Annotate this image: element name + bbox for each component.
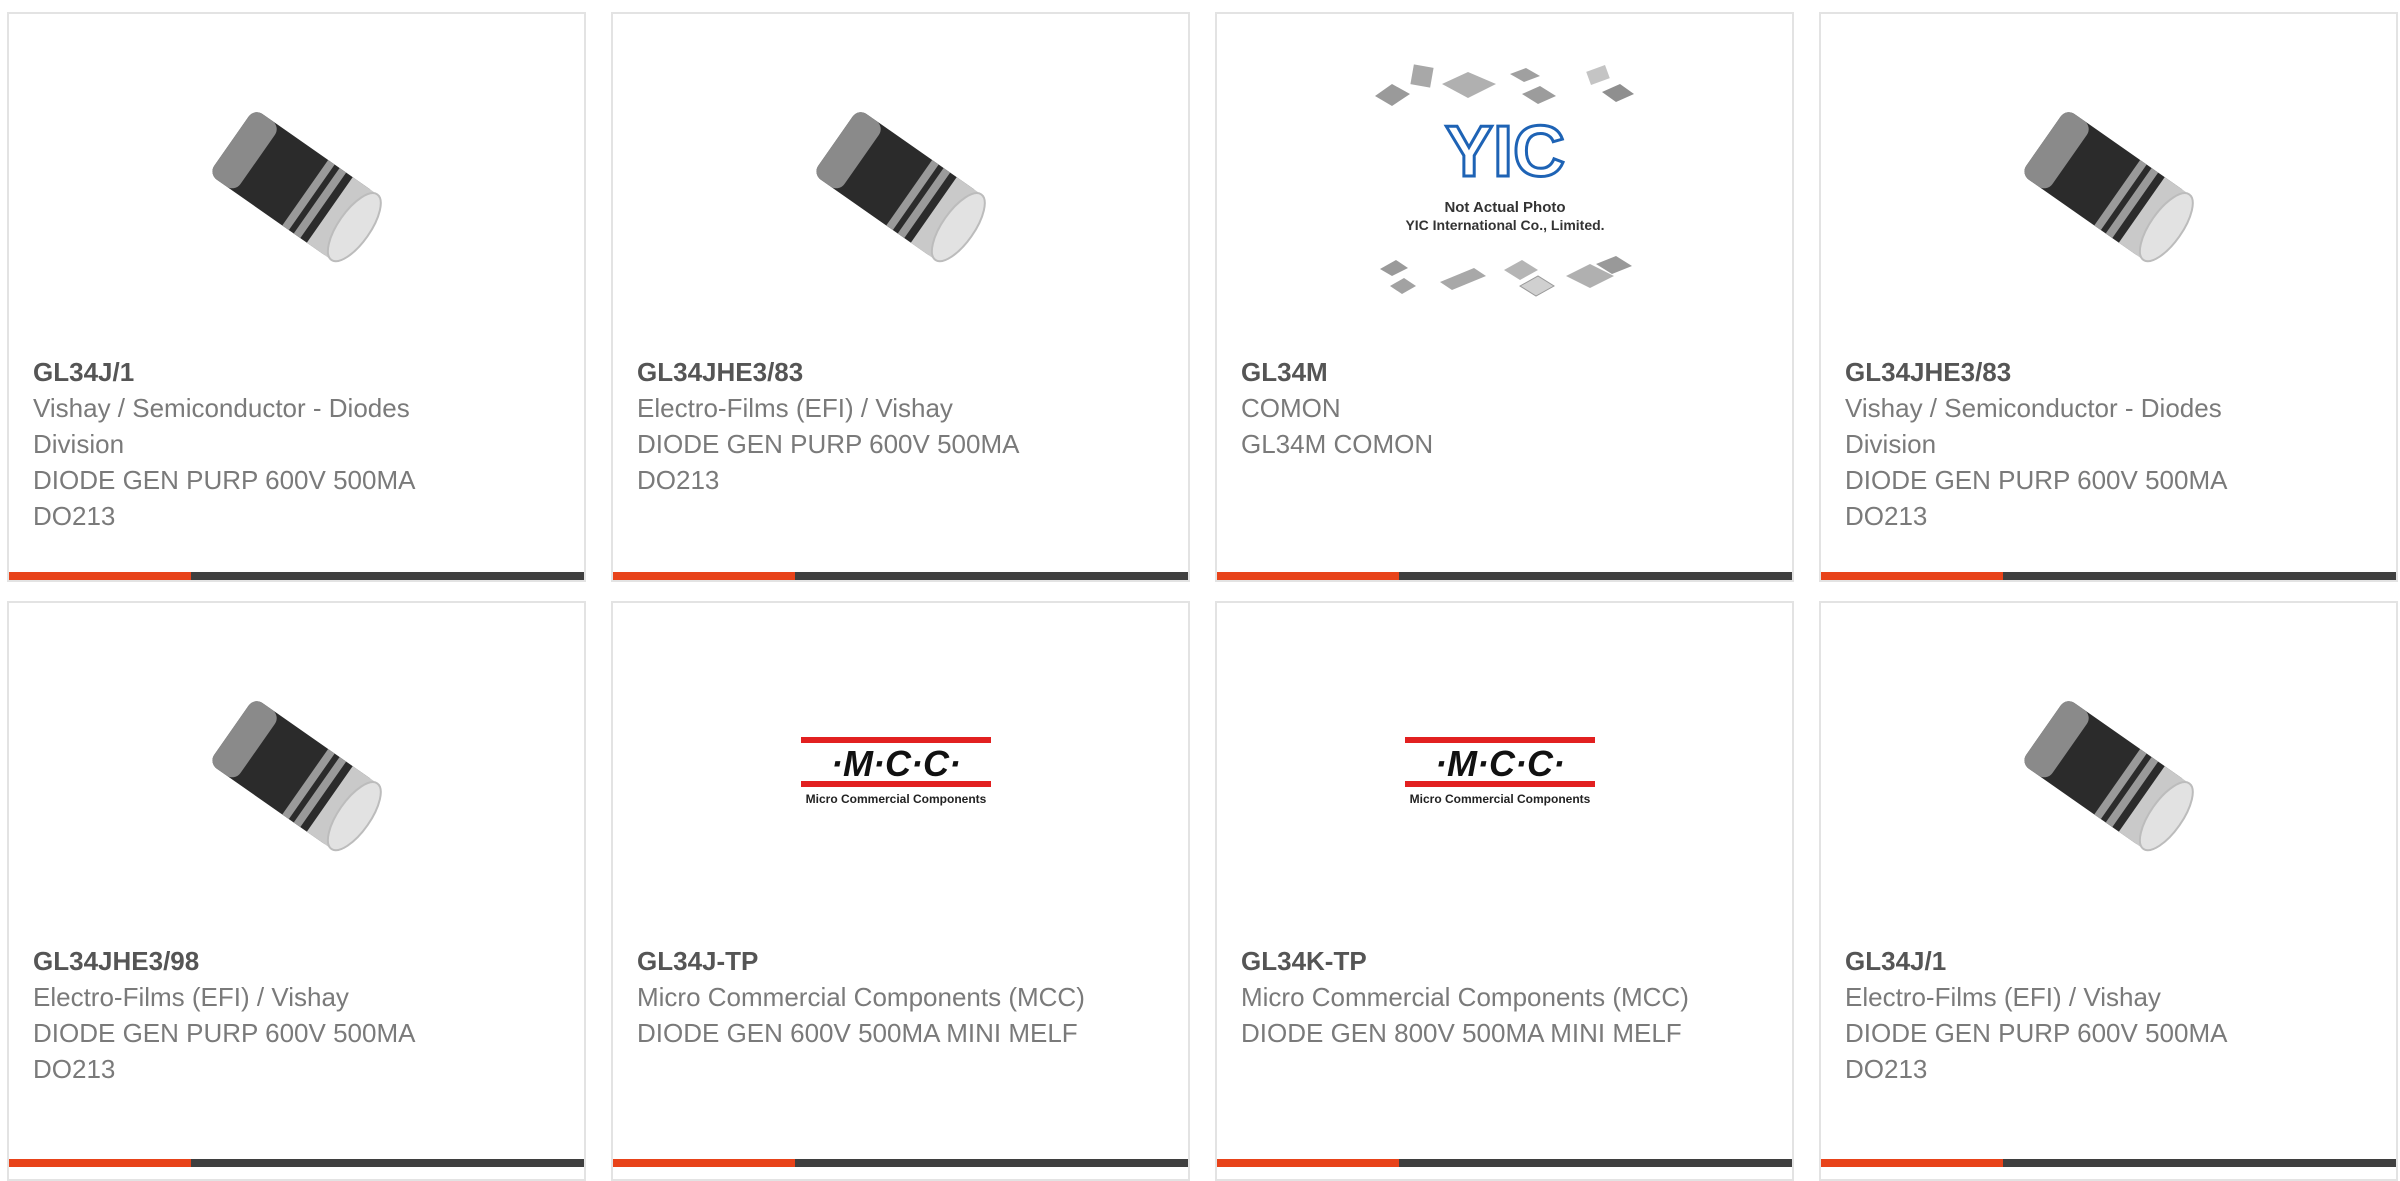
product-card[interactable]: GL34JHE3/83 Electro-Films (EFI) / Vishay… <box>611 12 1190 582</box>
manufacturer: Electro-Films (EFI) / Vishay <box>33 982 349 1012</box>
product-card[interactable]: GL34JHE3/83 Vishay / Semiconductor - Dio… <box>1819 12 2398 582</box>
card-footer-bar <box>613 572 1188 580</box>
product-image[interactable] <box>1821 643 2396 908</box>
part-number[interactable]: GL34J/1 <box>33 354 564 390</box>
diode-melf-image <box>1999 676 2219 876</box>
product-image[interactable]: ·M·C·C· Micro Commercial Components <box>613 643 1188 908</box>
product-image[interactable] <box>9 643 584 908</box>
part-number[interactable]: GL34JHE3/83 <box>1845 354 2376 390</box>
description: DIODE GEN 600V 500MA MINI MELF <box>637 1018 1078 1048</box>
product-image[interactable] <box>613 54 1188 319</box>
card-accent <box>1821 572 2003 580</box>
part-number[interactable]: GL34JHE3/83 <box>637 354 1168 390</box>
manufacturer: Electro-Films (EFI) / Vishay <box>637 393 953 423</box>
card-accent <box>1217 572 1399 580</box>
product-card[interactable]: YIC Not Actual Photo YIC International C… <box>1215 12 1794 582</box>
product-image[interactable]: YIC Not Actual Photo YIC International C… <box>1217 54 1792 319</box>
diode-melf-image <box>791 87 1011 287</box>
description: DIODE GEN PURP 600V 500MA DO213 <box>1845 1018 2227 1084</box>
mcc-logo-text: ·M·C·C· <box>1435 743 1565 784</box>
part-number[interactable]: GL34J/1 <box>1845 943 2376 979</box>
manufacturer: COMON <box>1241 393 1341 423</box>
mcc-logo-subtext: Micro Commercial Components <box>1409 792 1590 806</box>
description: DIODE GEN 800V 500MA MINI MELF <box>1241 1018 1682 1048</box>
card-accent <box>9 1159 191 1167</box>
mcc-logo-image: ·M·C·C· Micro Commercial Components <box>1400 731 1610 821</box>
manufacturer: Vishay / Semiconductor - Diodes Division <box>33 393 410 459</box>
card-accent <box>613 572 795 580</box>
mcc-logo-subtext: Micro Commercial Components <box>805 792 986 806</box>
manufacturer: Electro-Films (EFI) / Vishay <box>1845 982 2161 1012</box>
description: GL34M COMON <box>1241 429 1434 459</box>
card-footer-bar <box>613 1159 1188 1167</box>
part-number[interactable]: GL34JHE3/98 <box>33 943 564 979</box>
product-card[interactable]: GL34JHE3/98 Electro-Films (EFI) / Vishay… <box>7 601 586 1181</box>
product-card[interactable]: ·M·C·C· Micro Commercial Components GL34… <box>611 601 1190 1181</box>
card-accent <box>1821 1159 2003 1167</box>
card-accent <box>1217 1159 1399 1167</box>
mcc-logo-text: ·M·C·C· <box>831 743 961 784</box>
yic-logo-text: YIC <box>1444 112 1564 192</box>
description: DIODE GEN PURP 600V 500MA DO213 <box>33 1018 415 1084</box>
card-accent <box>9 572 191 580</box>
product-card[interactable]: GL34J/1 Vishay / Semiconductor - Diodes … <box>7 12 586 582</box>
card-footer-bar <box>9 572 584 580</box>
diode-melf-image <box>187 676 407 876</box>
diode-melf-image <box>1999 87 2219 287</box>
product-image[interactable] <box>9 54 584 319</box>
part-number[interactable]: GL34J-TP <box>637 943 1168 979</box>
product-image[interactable]: ·M·C·C· Micro Commercial Components <box>1217 643 1792 908</box>
card-footer-bar <box>1821 572 2396 580</box>
manufacturer: Micro Commercial Components (MCC) <box>637 982 1085 1012</box>
yic-placeholder-image: YIC Not Actual Photo YIC International C… <box>1370 64 1640 309</box>
description: DIODE GEN PURP 600V 500MA DO213 <box>33 465 415 531</box>
card-footer-bar <box>9 1159 584 1167</box>
product-grid: GL34J/1 Vishay / Semiconductor - Diodes … <box>0 0 2400 1181</box>
description: DIODE GEN PURP 600V 500MA DO213 <box>637 429 1019 495</box>
manufacturer: Vishay / Semiconductor - Diodes Division <box>1845 393 2222 459</box>
diode-melf-image <box>187 87 407 287</box>
yic-caption-line2: YIC International Co., Limited. <box>1405 217 1604 233</box>
description: DIODE GEN PURP 600V 500MA DO213 <box>1845 465 2227 531</box>
card-footer-bar <box>1821 1159 2396 1167</box>
mcc-logo-image: ·M·C·C· Micro Commercial Components <box>796 731 1006 821</box>
card-footer-bar <box>1217 572 1792 580</box>
manufacturer: Micro Commercial Components (MCC) <box>1241 982 1689 1012</box>
product-card[interactable]: ·M·C·C· Micro Commercial Components GL34… <box>1215 601 1794 1181</box>
yic-caption-line1: Not Actual Photo <box>1444 199 1565 216</box>
part-number[interactable]: GL34K-TP <box>1241 943 1772 979</box>
product-image[interactable] <box>1821 54 2396 319</box>
card-footer-bar <box>1217 1159 1792 1167</box>
part-number[interactable]: GL34M <box>1241 354 1772 390</box>
card-accent <box>613 1159 795 1167</box>
product-card[interactable]: GL34J/1 Electro-Films (EFI) / Vishay DIO… <box>1819 601 2398 1181</box>
